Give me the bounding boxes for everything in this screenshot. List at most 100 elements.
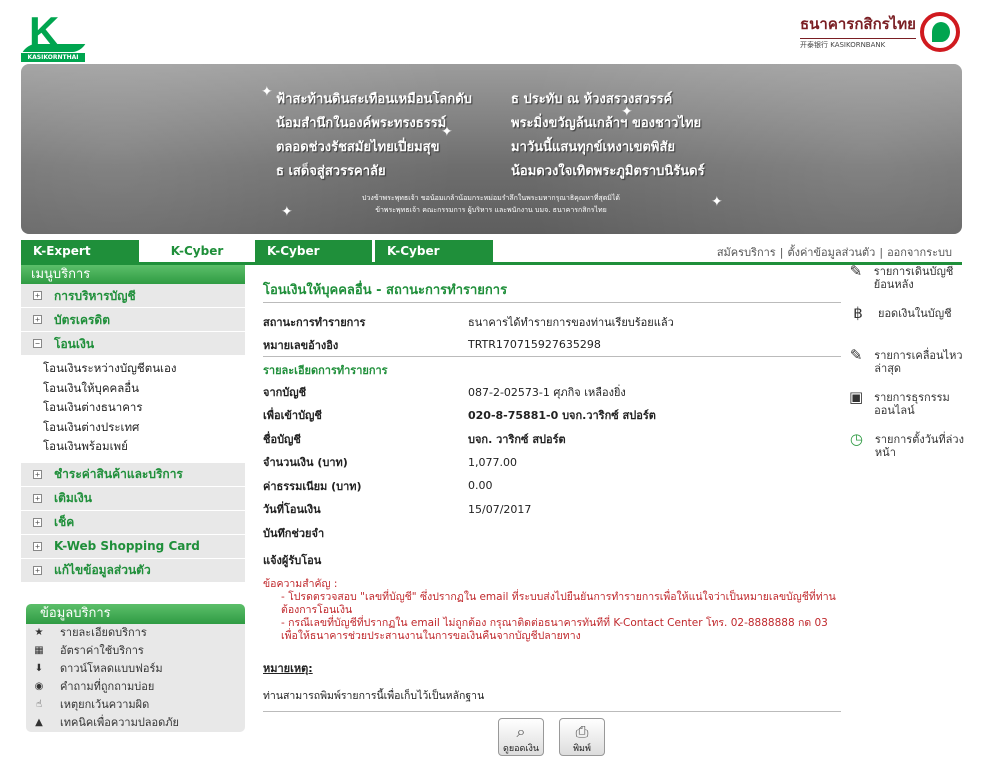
account-name-value: บจก. วาริกซ์ สปอร์ต bbox=[468, 432, 566, 446]
register-link[interactable]: สมัครบริการ bbox=[713, 246, 780, 259]
status-value: ธนาคารได้ทำรายการของท่านเรียบร้อยแล้ว bbox=[468, 315, 674, 329]
note-text: ท่านสามารถพิมพ์รายการนี้เพื่อเก็บไว้เป็น… bbox=[263, 687, 841, 712]
from-account-label: จากบัญชี bbox=[263, 385, 307, 399]
reference-label: หมายเลขอ้างอิง bbox=[263, 338, 339, 352]
to-account-row: เพื่อเข้าบัญชี 020-8-75881-0 บจก.วาริกซ์ … bbox=[263, 404, 841, 428]
lock-icon: ▲ bbox=[35, 717, 43, 728]
page-title: โอนเงินให้บุคคลอื่น - สถานะการทำรายการ bbox=[263, 265, 841, 303]
profile-settings-link[interactable]: ตั้งค่าข้อมูลส่วนตัว bbox=[783, 246, 879, 259]
submenu-promptpay[interactable]: โอนเงินพร้อมเพย์ bbox=[43, 437, 245, 457]
service-info-header: ข้อมูลบริการ bbox=[26, 604, 245, 624]
poem-left: ฟ้าสะท้านดินสะเทือนเหมือนโลกดับ น้อมสำนึ… bbox=[276, 88, 472, 184]
expand-icon: + bbox=[33, 315, 42, 324]
account-name-label: ชื่อบัญชี bbox=[263, 432, 301, 446]
submenu-overseas[interactable]: โอนเงินต่างประเทศ bbox=[43, 418, 245, 438]
notify-label: แจ้งผู้รับโอน bbox=[263, 554, 322, 568]
expand-icon: + bbox=[33, 493, 42, 503]
recent-transactions-link[interactable]: ✎ รายการเคลื่อนไหวล่าสุด bbox=[848, 348, 968, 391]
service-info-panel: ข้อมูลบริการ ★ รายละเอียดบริการ ▦ อัตราค่า… bbox=[26, 604, 245, 732]
sidebar-item-edit-profile[interactable]: + แก้ไขข้อมูลส่วนตัว bbox=[21, 558, 245, 583]
quick-links: ✎ รายการเดินบัญชีย้อนหลัง ฿ ยอดเงินในบัญชี… bbox=[848, 262, 968, 475]
view-balance-button[interactable]: ⌕ ดูยอดเงิน bbox=[498, 718, 544, 756]
print-button[interactable]: ⎙ พิมพ์ bbox=[559, 718, 605, 756]
poem-line: มาวันนี้แสนทุกข์เหงาเขตพิสัย bbox=[511, 140, 676, 155]
logout-link[interactable]: ออกจากระบบ bbox=[883, 246, 956, 259]
online-transactions-link[interactable]: ▣ รายการธุรกรรมออนไลน์ bbox=[848, 390, 968, 433]
top-links: สมัครบริการ | ตั้งค่าข้อมูลส่วนตัว | ออกจากร… bbox=[713, 243, 956, 261]
collapse-icon: − bbox=[33, 339, 42, 348]
hand-icon: ☝ bbox=[35, 699, 43, 710]
sidebar-item-credit-card[interactable]: + บัตรเครดิต bbox=[21, 308, 245, 332]
quick-link-label: รายการธุรกรรมออนไลน์ bbox=[874, 391, 950, 417]
poem-line: พระมิ่งขวัญล้นเกล้าฯ ของชาวไทย bbox=[511, 116, 702, 131]
expand-icon: + bbox=[33, 291, 42, 300]
poem-line: ฟ้าสะท้านดินสะเทือนเหมือนโลกดับ bbox=[276, 92, 472, 107]
service-details-link[interactable]: ★ รายละเอียดบริการ bbox=[26, 624, 245, 642]
security-tips-link[interactable]: ▲ เทคนิคเพื่อความปลอดภัย bbox=[26, 714, 245, 732]
date-label: วันที่โอนเงิน bbox=[263, 503, 321, 517]
sidebar-item-k-web-shopping-card[interactable]: + K-Web Shopping Card bbox=[21, 534, 245, 559]
warning-heading: ข้อความสำคัญ : bbox=[263, 578, 338, 590]
warning-line-1: - โปรดตรวจสอบ "เลขที่บัญชี" ซึ่งปรากฏใน … bbox=[281, 591, 836, 616]
tab-k-cyber-trade[interactable]: K-Cyber Trade bbox=[375, 240, 493, 280]
expand-icon: + bbox=[33, 565, 42, 575]
fee-row: ค่าธรรมเนียม (บาท) 0.00 bbox=[263, 474, 841, 498]
quick-link-label: ยอดเงินในบัญชี bbox=[878, 307, 952, 320]
info-label: คำถามที่ถูกถามบ่อย bbox=[60, 680, 155, 693]
account-name-row: ชื่อบัญชี บจก. วาริกซ์ สปอร์ต bbox=[263, 427, 841, 451]
sidebar-item-bill-payment[interactable]: + ชำระค่าสินค้าและบริการ bbox=[21, 462, 245, 487]
calculator-icon: ▦ bbox=[34, 645, 44, 656]
submenu-own-account[interactable]: โอนเงินระหว่างบัญชีตนเอง bbox=[43, 359, 245, 379]
amount-row: จำนวนเงิน (บาท) 1,077.00 bbox=[263, 451, 841, 475]
sidebar-item-label: แก้ไขข้อมูลส่วนตัว bbox=[54, 563, 151, 577]
tab-k-cyber-banking[interactable]: K-Cyber Banking bbox=[142, 240, 252, 280]
scheduled-transactions-link[interactable]: ◷ รายการตั้งวันที่ล่วงหน้า bbox=[848, 432, 968, 475]
date-row: วันที่โอนเงิน 15/07/2017 bbox=[263, 498, 841, 522]
sidebar-item-label: โอนเงิน bbox=[54, 336, 95, 351]
account-balance-link[interactable]: ฿ ยอดเงินในบัญชี bbox=[848, 304, 968, 349]
note-heading: หมายเหตุ: bbox=[263, 662, 313, 675]
bank-name-thai: ธนาคารกสิกรไทย bbox=[800, 15, 916, 33]
disclaimer-link[interactable]: ☝ เหตุยกเว้นความผิด bbox=[26, 696, 245, 714]
to-account-label: เพื่อเข้าบัญชี bbox=[263, 409, 322, 423]
sparkle-icon: ✦ bbox=[281, 204, 293, 220]
poem-line: ธ เสด็จสู่สวรรคาลัย bbox=[276, 164, 386, 179]
leaf-icon bbox=[932, 22, 950, 42]
tab-k-cyber-invest[interactable]: K-Cyber Invest bbox=[255, 240, 372, 280]
action-buttons: ⌕ ดูยอดเงิน ⎙ พิมพ์ bbox=[498, 718, 605, 756]
detail-header: รายละเอียดการทำรายการ bbox=[263, 364, 388, 377]
kasikornthai-logo[interactable]: K KASIKORNTHAI bbox=[21, 8, 86, 62]
submenu-other-bank[interactable]: โอนเงินต่างธนาคาร bbox=[43, 398, 245, 418]
moneybag-icon: ฿ bbox=[853, 304, 863, 322]
sidebar-item-cheque[interactable]: + เช็ค bbox=[21, 510, 245, 535]
transfer-submenu: โอนเงินระหว่างบัญชีตนเอง โอนเงินให้บุคคล… bbox=[21, 356, 245, 463]
poem-right: ธ ประทับ ณ ห้วงสรวงสวรรค์ พระมิ่งขวัญล้น… bbox=[511, 88, 705, 184]
statement-icon: ✎ bbox=[849, 262, 863, 280]
submenu-other-person[interactable]: โอนเงินให้บุคคลอื่น bbox=[43, 379, 245, 399]
quick-link-label: รายการตั้งวันที่ล่วงหน้า bbox=[874, 433, 964, 459]
notify-row: แจ้งผู้รับโอน bbox=[263, 549, 841, 573]
sidebar-item-label: การบริหารบัญชี bbox=[54, 288, 136, 303]
amount-value: 1,077.00 bbox=[468, 455, 517, 469]
faq-link[interactable]: ◉ คำถามที่ถูกถามบ่อย bbox=[26, 678, 245, 696]
tab-k-expert-myport[interactable]: K-Expert MyPort bbox=[21, 240, 139, 280]
date-value: 15/07/2017 bbox=[468, 502, 532, 516]
sidebar-item-label: ชำระค่าสินค้าและบริการ bbox=[54, 467, 183, 481]
sidebar-item-top-up[interactable]: + เติมเงิน bbox=[21, 486, 245, 511]
poem-line: น้อมสำนึกในองค์พระทรงธรรม์ bbox=[276, 116, 447, 131]
logo-swoosh bbox=[22, 44, 86, 52]
sidebar-item-account-management[interactable]: + การบริหารบัญชี bbox=[21, 284, 245, 308]
star-icon: ★ bbox=[34, 627, 44, 638]
dedication-line: ปวงข้าพระพุทธเจ้า ขอน้อมเกล้าน้อมกระหม่อ… bbox=[362, 194, 620, 202]
quick-link-label: รายการเดินบัญชีย้อนหลัง bbox=[873, 265, 954, 291]
sidebar-item-label: K-Web Shopping Card bbox=[54, 539, 200, 553]
statement-history-link[interactable]: ✎ รายการเดินบัญชีย้อนหลัง bbox=[848, 262, 968, 307]
sidebar-item-label: เช็ค bbox=[54, 515, 75, 529]
download-forms-link[interactable]: ⬇ ดาวน์โหลดแบบฟอร์ม bbox=[26, 660, 245, 678]
sidebar-item-transfer[interactable]: − โอนเงิน bbox=[21, 332, 245, 356]
expand-icon: + bbox=[33, 541, 42, 551]
info-label: เหตุยกเว้นความผิด bbox=[60, 698, 150, 711]
fee-rates-link[interactable]: ▦ อัตราค่าใช้บริการ bbox=[26, 642, 245, 660]
quick-link-label: รายการเคลื่อนไหวล่าสุด bbox=[874, 349, 963, 375]
fee-label: ค่าธรรมเนียม (บาท) bbox=[263, 479, 362, 493]
